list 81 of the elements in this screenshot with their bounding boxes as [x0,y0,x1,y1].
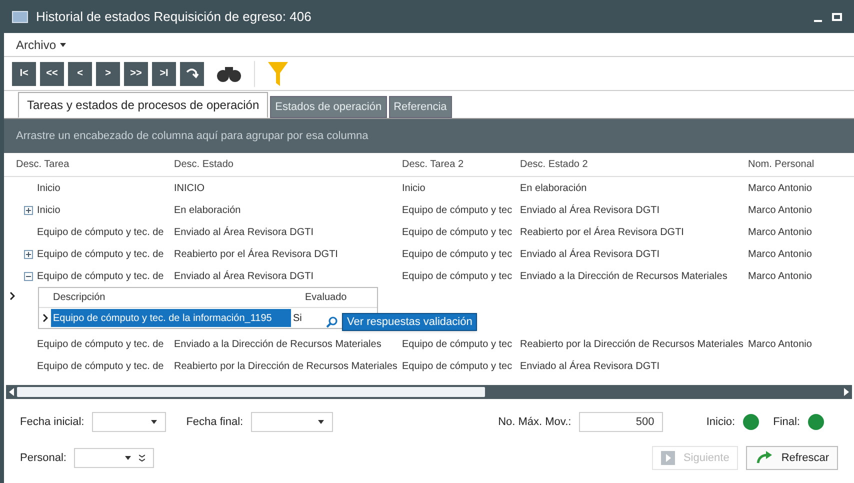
column-header[interactable]: Evaluado [305,290,377,305]
table-cell-text: Reabierto por la Dirección de Recursos Materiales [520,338,744,352]
table-cell-text: Inicio [37,204,60,218]
table-cell-text: Equipo de cómputo y tec [402,338,512,352]
table-cell-text: Reabierto por el Área Revisora DGTI [520,225,684,240]
context-menu-item[interactable]: Ver respuestas validación [342,313,478,331]
tab[interactable]: Referencia [388,96,452,118]
table-cell-text: Equipo de cómputo y tec. de [37,338,164,352]
nav-button[interactable]: > [96,62,120,86]
table-cell-text: Inicio [37,182,60,196]
personal-field[interactable] [74,448,154,468]
table-cell-text: Enviado a la Dirección de Recursos Materiales [520,270,728,284]
column-header[interactable]: Desc. Tarea [16,157,174,172]
field-label: Final: [773,414,800,430]
nav-button[interactable]: I< [12,62,36,86]
table-cell-text: Enviado a la Dirección de Recursos Materiales [174,338,382,352]
expand-icon[interactable] [24,250,33,258]
table-cell-text: Marco Antonio [748,248,812,262]
field-label: Personal: [20,450,66,466]
field-label: Inicio: [706,414,736,430]
table-cell-text: Equipo de cómputo y tec [402,270,512,284]
magnifier-icon [326,316,338,328]
table-cell-text: Equipo de cómputo y tec. de [37,248,164,262]
table-cell-text: Equipo de cómputo y tec. de [37,226,164,240]
expand-icon[interactable] [24,206,33,214]
table-cell-text: Equipo de cómputo y tec [402,360,512,374]
nav-button[interactable]: < [68,62,92,86]
table-cell-text: Enviado al Área Revisora DGTI [520,247,660,262]
table-cell-text: Reabierto por el Área Revisora DGTI [174,247,338,262]
table-cell-text: Reabierto por la Dirección de Recursos Materiales [174,360,398,374]
detail-cell[interactable]: Equipo de cómputo y tec. de la información_1195 [51,309,291,327]
row-pointer-icon [42,314,48,322]
table-cell-text: Marco Antonio [748,182,812,196]
next-icon [661,451,676,465]
column-header[interactable]: Descripción [53,290,305,305]
table-cell-text: INICIO [174,182,205,196]
caret-icon [60,42,66,46]
maximize-icon[interactable] [832,12,842,20]
table-cell-text: Enviado al Área Revisora DGTI [520,203,660,218]
refresh-button[interactable]: Refrescar [746,446,838,470]
table-cell-text: Equipo de cómputo y tec [402,248,512,262]
field-label: No. Máx. Mov.: [498,414,572,430]
table-cell-text: Enviado al Área Revisora DGTI [520,359,660,374]
table-cell-text: Marco Antonio [748,204,812,218]
table-cell-text: Marco Antonio [748,338,812,352]
double-chevron-icon[interactable] [139,454,146,462]
table-cell-text: Equipo de cómputo y tec [402,204,512,218]
column-header[interactable]: Desc. Estado 2 [520,157,748,172]
table-cell-text: Enviado al Área Revisora DGTI [174,269,314,284]
table-cell-text: Marco Antonio [748,226,812,240]
date-field[interactable] [92,412,166,432]
table-cell-text: En elaboración [520,182,587,196]
curved-arrow-icon [185,66,199,80]
table-cell-text: En elaboración [174,204,241,218]
window-title: Historial de estados Requisición de egreso: 406 [36,8,312,26]
nav-button[interactable]: << [40,62,64,86]
window-icon [12,10,28,22]
horizontal-scrollbar[interactable] [6,385,852,399]
group-hint: Arrastre un encabezado de columna aquí para agrupar por esa columna [16,128,368,144]
table-cell-text: Enviado al Área Revisora DGTI [174,225,314,240]
tab[interactable]: Estados de operación [270,96,387,118]
table-cell-text: Equipo de cómputo y tec. de [37,360,164,374]
collapse-icon[interactable] [24,272,33,280]
table-cell-text: Marco Antonio [748,270,812,284]
column-header[interactable]: Desc. Tarea 2 [402,157,520,172]
detail-cell[interactable]: Si [291,309,321,327]
refresh-arrow-button[interactable] [180,62,204,86]
table-cell-text: Equipo de cómputo y tec [402,226,512,240]
refresh-icon [755,451,774,465]
date-field[interactable] [251,412,334,432]
field-label: Fecha final: [186,414,244,430]
table-cell-text: Inicio [402,182,426,196]
nav-button[interactable]: >I [152,62,176,86]
column-header[interactable]: Nom. Personal [748,157,854,172]
field-label: Fecha inicial: [20,414,84,430]
table-cell-text: Equipo de cómputo y tec. de [37,270,164,284]
column-header[interactable]: Desc. Estado [174,157,402,172]
tab[interactable]: Tareas y estados de procesos de operación [18,92,268,118]
nav-button[interactable]: >> [124,62,148,86]
max-moves-field[interactable]: 500 [579,412,664,432]
menu-item[interactable]: Archivo [16,36,66,54]
